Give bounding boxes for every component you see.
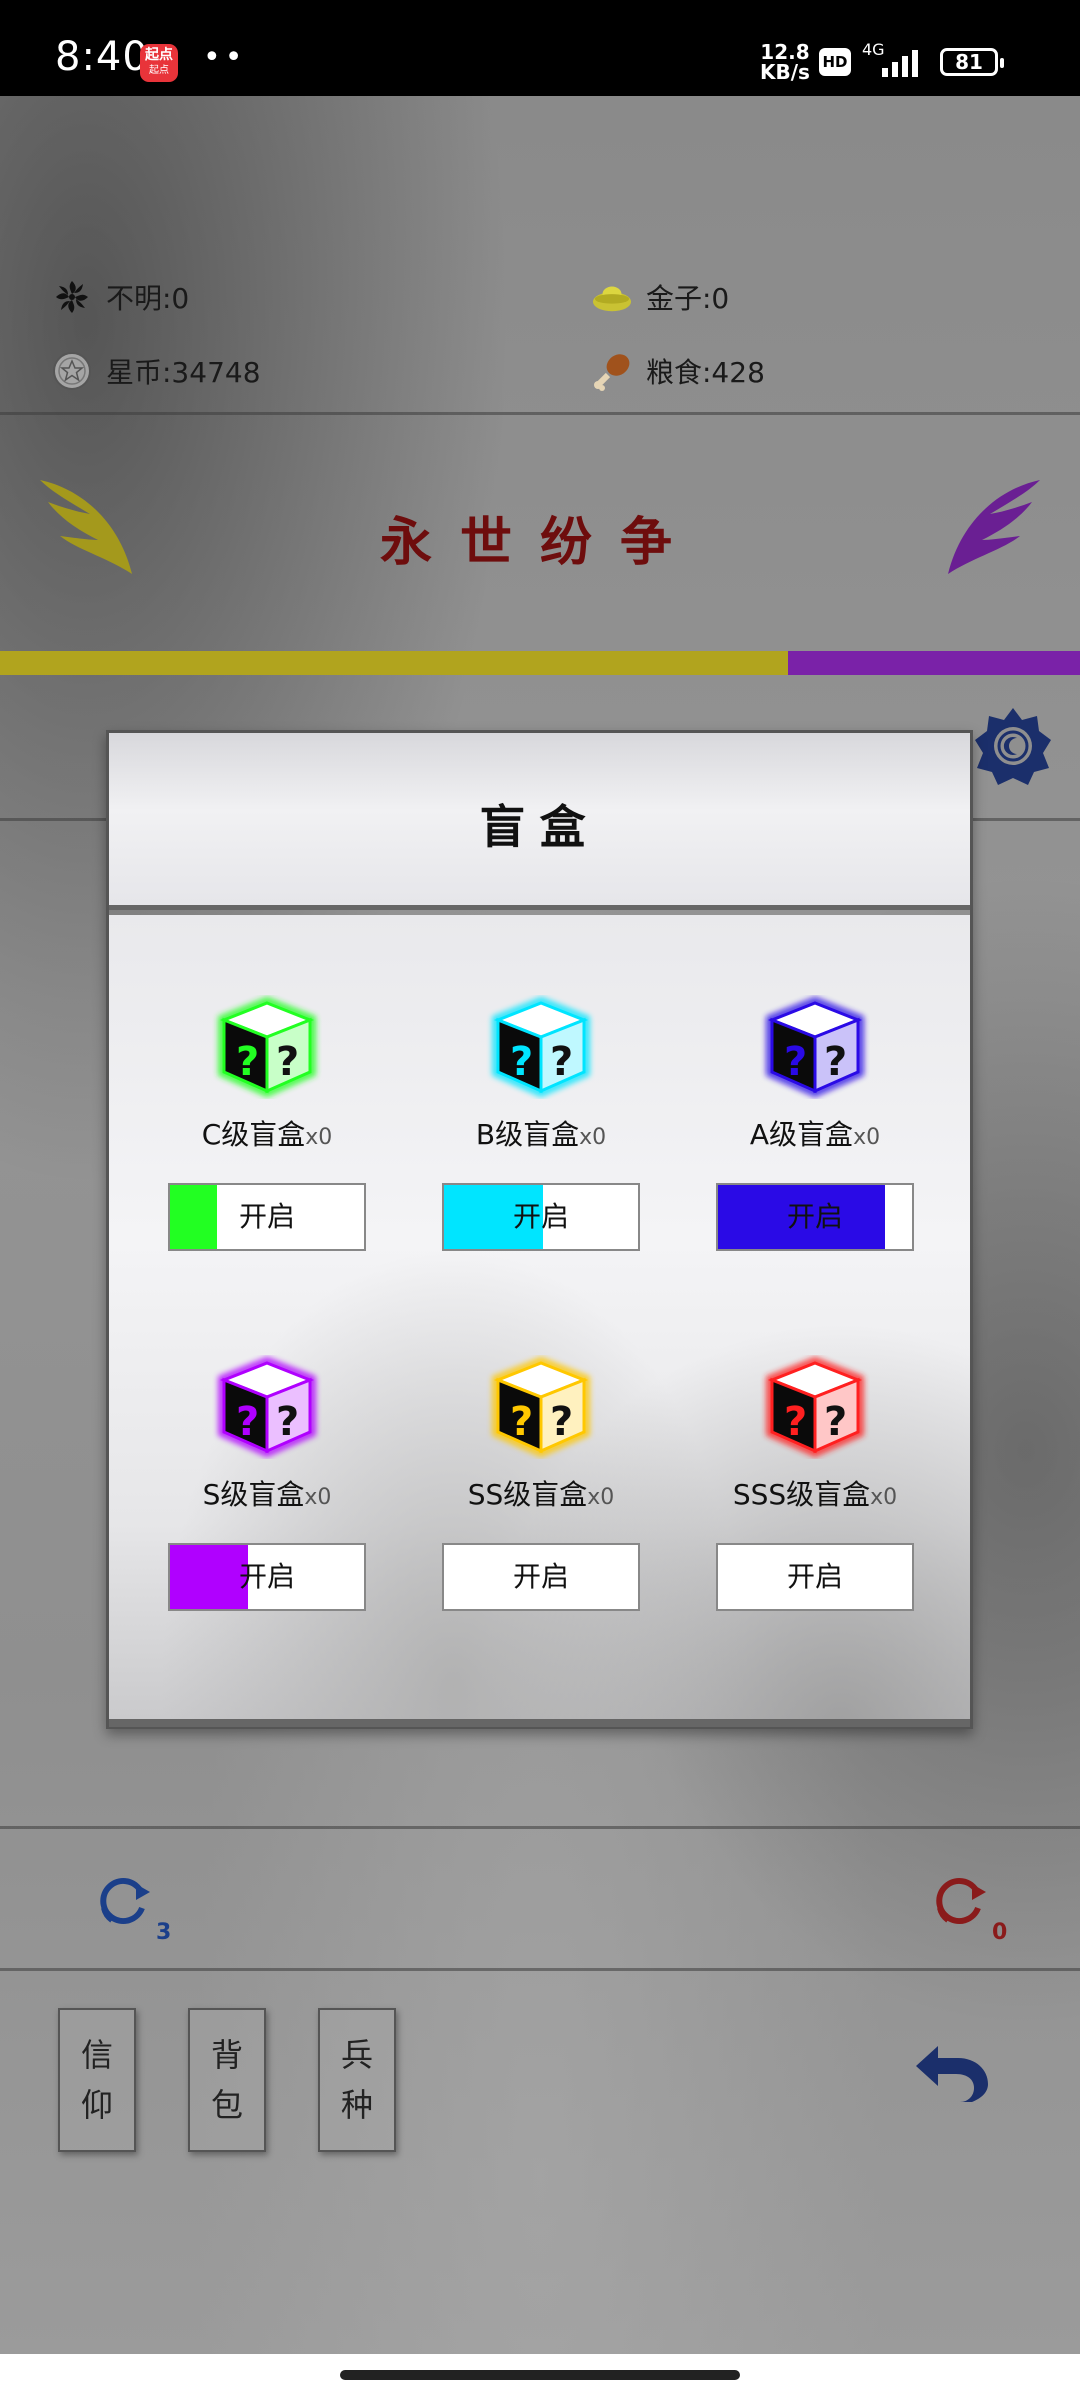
vortex-icon bbox=[52, 277, 92, 317]
blind-box-name: S级盲盒 bbox=[202, 1478, 305, 1511]
svg-text:?: ? bbox=[236, 1399, 259, 1445]
faction-title: 永世纷争 bbox=[379, 512, 700, 573]
svg-text:?: ? bbox=[236, 1039, 259, 1085]
drumstick-icon bbox=[592, 351, 632, 391]
mystery-box-icon: ? ? bbox=[492, 1356, 590, 1458]
dialog-body: ? ? C级盲盒x0 开启 ? ? B级盲盒x0 开启 ? ? A级盲盒x0 开… bbox=[109, 915, 970, 1726]
blind-box-item: ? ? SS级盲盒x0 开启 bbox=[441, 1355, 641, 1611]
divider bbox=[0, 1968, 1080, 1971]
divider bbox=[0, 1826, 1080, 1829]
network-speed: 12.8 KB/s bbox=[760, 40, 810, 84]
blind-box-count: x0 bbox=[587, 1485, 615, 1510]
refresh-blue-count: 3 bbox=[156, 1920, 172, 1945]
open-blind-box-button[interactable]: 开启 bbox=[716, 1183, 914, 1251]
purple-wing-icon bbox=[948, 480, 1040, 574]
faith-button[interactable]: 信 仰 bbox=[58, 2008, 136, 2152]
backpack-button[interactable]: 背 包 bbox=[188, 2008, 266, 2152]
blind-box-dialog: 盲盒 ? ? C级盲盒x0 开启 ? ? B级盲盒x0 开启 ? ? A级盲盒x… bbox=[106, 730, 973, 1729]
open-blind-box-button[interactable]: 开启 bbox=[168, 1183, 366, 1251]
svg-text:?: ? bbox=[824, 1039, 847, 1085]
svg-text:?: ? bbox=[276, 1399, 299, 1445]
blind-box-label: A级盲盒x0 bbox=[715, 1113, 915, 1153]
open-progress-fill bbox=[170, 1185, 217, 1249]
gold-ingot-icon bbox=[592, 277, 632, 317]
status-bar: 8:40 起点 起点 •• 12.8 KB/s HD 4G 81 bbox=[0, 0, 1080, 96]
blind-box-item: ? ? SSS级盲盒x0 开启 bbox=[715, 1355, 915, 1611]
open-button-label: 开启 bbox=[512, 1560, 569, 1593]
more-notifications-dots: •• bbox=[203, 40, 247, 75]
settings-gear-icon[interactable] bbox=[973, 706, 1053, 786]
app-notification-icon: 起点 起点 bbox=[140, 44, 178, 82]
faction-balance-bar bbox=[0, 651, 1080, 675]
blind-box-item: ? ? C级盲盒x0 开启 bbox=[167, 995, 367, 1251]
svg-text:?: ? bbox=[276, 1039, 299, 1085]
blind-box-item: ? ? B级盲盒x0 开启 bbox=[441, 995, 641, 1251]
signal-icon bbox=[882, 50, 918, 77]
svg-text:?: ? bbox=[824, 1399, 847, 1445]
mystery-box-icon: ? ? bbox=[492, 996, 590, 1098]
status-time: 8:40 bbox=[55, 34, 149, 80]
divider bbox=[0, 412, 1080, 415]
resource-star-coin: 星币:34748 bbox=[52, 351, 261, 391]
mystery-box-icon: ? ? bbox=[766, 1356, 864, 1458]
blind-box-name: A级盲盒 bbox=[749, 1118, 854, 1151]
battery-icon: 81 bbox=[940, 48, 1004, 76]
home-indicator[interactable] bbox=[340, 2370, 740, 2380]
hd-badge: HD bbox=[819, 48, 851, 76]
troop-type-button[interactable]: 兵 种 bbox=[318, 2008, 396, 2152]
open-blind-box-button[interactable]: 开启 bbox=[168, 1543, 366, 1611]
dialog-header: 盲盒 bbox=[109, 733, 970, 910]
open-button-label: 开启 bbox=[786, 1560, 843, 1593]
blind-box-label: C级盲盒x0 bbox=[167, 1113, 367, 1153]
mystery-box-icon: ? ? bbox=[218, 1356, 316, 1458]
refresh-blue-icon[interactable] bbox=[92, 1870, 154, 1932]
blind-box-name: SSS级盲盒 bbox=[732, 1478, 871, 1511]
open-button-label: 开启 bbox=[786, 1200, 843, 1233]
blind-box-item: ? ? A级盲盒x0 开启 bbox=[715, 995, 915, 1251]
dialog-footer bbox=[109, 1719, 970, 1727]
open-button-label: 开启 bbox=[512, 1200, 569, 1233]
dialog-title: 盲盒 bbox=[479, 800, 600, 854]
svg-text:?: ? bbox=[550, 1399, 573, 1445]
open-progress-fill bbox=[170, 1545, 248, 1609]
open-button-label: 开启 bbox=[238, 1200, 295, 1233]
blind-box-count: x0 bbox=[305, 1125, 333, 1150]
svg-text:?: ? bbox=[784, 1039, 807, 1085]
back-arrow-icon[interactable] bbox=[912, 2040, 990, 2106]
faction-balance-fill bbox=[0, 651, 789, 675]
blind-box-count: x0 bbox=[579, 1125, 607, 1150]
star-coin-icon bbox=[52, 351, 92, 391]
blind-box-count: x0 bbox=[304, 1485, 332, 1510]
refresh-red-icon[interactable] bbox=[928, 1870, 990, 1932]
resource-unknown: 不明:0 bbox=[52, 277, 189, 317]
blind-box-name: B级盲盒 bbox=[475, 1118, 580, 1151]
svg-text:?: ? bbox=[510, 1039, 533, 1085]
refresh-red-count: 0 bbox=[992, 1920, 1008, 1945]
blind-box-label: SS级盲盒x0 bbox=[441, 1473, 641, 1513]
blind-box-label: SSS级盲盒x0 bbox=[715, 1473, 915, 1513]
open-blind-box-button[interactable]: 开启 bbox=[442, 1183, 640, 1251]
mystery-box-icon: ? ? bbox=[218, 996, 316, 1098]
resource-gold: 金子:0 bbox=[592, 277, 729, 317]
open-button-label: 开启 bbox=[238, 1560, 295, 1593]
resource-food: 粮食:428 bbox=[592, 351, 765, 391]
svg-text:?: ? bbox=[784, 1399, 807, 1445]
blind-box-count: x0 bbox=[870, 1485, 898, 1510]
blind-box-count: x0 bbox=[853, 1125, 881, 1150]
open-blind-box-button[interactable]: 开启 bbox=[716, 1543, 914, 1611]
mystery-box-icon: ? ? bbox=[766, 996, 864, 1098]
blind-box-label: S级盲盒x0 bbox=[167, 1473, 367, 1513]
blind-box-label: B级盲盒x0 bbox=[441, 1113, 641, 1153]
blind-box-item: ? ? S级盲盒x0 开启 bbox=[167, 1355, 367, 1611]
open-blind-box-button[interactable]: 开启 bbox=[442, 1543, 640, 1611]
svg-text:?: ? bbox=[510, 1399, 533, 1445]
blind-box-name: C级盲盒 bbox=[201, 1118, 306, 1151]
blind-box-name: SS级盲盒 bbox=[467, 1478, 588, 1511]
svg-text:?: ? bbox=[550, 1039, 573, 1085]
